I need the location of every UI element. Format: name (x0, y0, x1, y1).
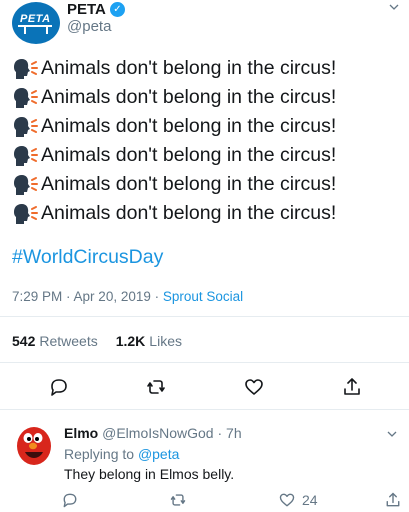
retweet-icon[interactable] (169, 491, 187, 509)
tweet-line: Animals don't belong in the circus! (12, 141, 402, 170)
tweet-stats: 542 Retweets 1.2K Likes (12, 333, 182, 349)
tweet-line-text: Animals don't belong in the circus! (41, 86, 337, 108)
replying-to: Replying to @peta (64, 446, 179, 462)
author-handle[interactable]: @peta (67, 18, 111, 35)
likes-label: Likes (149, 333, 182, 349)
tweet-line: Animals don't belong in the circus! (12, 199, 402, 228)
tweet-line: Animals don't belong in the circus! (12, 83, 402, 112)
tweet-header: PETA PETA ✓ @peta (12, 0, 409, 48)
speaking-head-icon (14, 203, 38, 224)
reply-header: Elmo @ElmoIsNowGod · 7h (64, 425, 242, 441)
tweet-line-text: Animals don't belong in the circus! (41, 202, 337, 224)
likes-stat[interactable]: 1.2K Likes (116, 333, 182, 349)
speaking-head-icon (14, 116, 38, 137)
share-icon[interactable] (341, 376, 363, 398)
tweet-line: Animals don't belong in the circus! (12, 54, 402, 83)
tweet-line-text: Animals don't belong in the circus! (41, 144, 337, 166)
chevron-down-icon[interactable] (389, 2, 399, 12)
reply-author-name[interactable]: Elmo (64, 425, 98, 441)
reply-icon[interactable] (48, 376, 70, 398)
author-name-row[interactable]: PETA ✓ (67, 1, 125, 18)
retweets-count: 542 (12, 333, 36, 349)
tweet-line: Animals don't belong in the circus! (12, 170, 402, 199)
like-icon[interactable] (278, 491, 296, 509)
divider (0, 362, 409, 363)
reply-text: They belong in Elmos belly. (64, 466, 235, 482)
replying-label: Replying to (64, 446, 135, 462)
retweets-label: Retweets (39, 333, 98, 349)
tweet-line-text: Animals don't belong in the circus! (41, 57, 337, 79)
tweet-line-text: Animals don't belong in the circus! (41, 173, 337, 195)
speaking-head-icon (14, 174, 38, 195)
elmo-avatar[interactable] (14, 422, 54, 466)
reply-author-handle[interactable]: @ElmoIsNowGod (102, 425, 213, 441)
reply-icon[interactable] (61, 491, 79, 509)
like-icon[interactable] (243, 376, 265, 398)
peta-avatar[interactable]: PETA (12, 2, 60, 44)
meta-separator: · (62, 289, 74, 304)
reply-like-count: 24 (302, 492, 318, 508)
speaking-head-icon (14, 87, 38, 108)
reply-time[interactable]: 7h (226, 425, 242, 441)
retweets-stat[interactable]: 542 Retweets (12, 333, 98, 349)
meta-separator: · (213, 425, 227, 441)
replying-handle-link[interactable]: @peta (138, 446, 179, 462)
tweet-line-text: Animals don't belong in the circus! (41, 115, 337, 137)
author-name[interactable]: PETA (67, 1, 106, 18)
retweet-icon[interactable] (145, 376, 167, 398)
speaking-head-icon (14, 58, 38, 79)
tweet-time[interactable]: 7:29 PM (12, 289, 62, 304)
meta-separator: · (150, 289, 163, 304)
tweet-actions (0, 376, 409, 400)
likes-count: 1.2K (115, 333, 146, 349)
hashtag-link[interactable]: #WorldCircusDay (12, 246, 163, 269)
divider (0, 316, 409, 317)
divider (0, 409, 409, 410)
share-icon[interactable] (384, 491, 402, 509)
avatar-logo-text: PETA (20, 13, 51, 25)
tweet-body: Animals don't belong in the circus! Anim… (12, 54, 402, 228)
chevron-down-icon[interactable] (387, 429, 397, 439)
tweet-source-link[interactable]: Sprout Social (163, 289, 243, 304)
reply-actions (0, 491, 409, 511)
tweet-line: Animals don't belong in the circus! (12, 112, 402, 141)
tweet-date[interactable]: Apr 20, 2019 (74, 289, 151, 304)
speaking-head-icon (14, 145, 38, 166)
tweet-meta: 7:29 PM · Apr 20, 2019 · Sprout Social (12, 289, 243, 304)
verified-badge-icon: ✓ (109, 2, 125, 17)
